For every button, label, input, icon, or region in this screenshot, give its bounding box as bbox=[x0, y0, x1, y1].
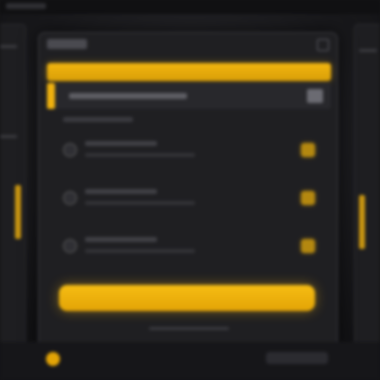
screen-stage bbox=[0, 0, 380, 380]
row-title-placeholder bbox=[85, 189, 157, 194]
circle-icon bbox=[63, 191, 77, 205]
list-item[interactable] bbox=[57, 131, 319, 169]
row-subtitle-placeholder bbox=[85, 153, 195, 157]
panel-header-placeholder bbox=[47, 39, 87, 49]
top-bar bbox=[0, 0, 380, 14]
badge-icon[interactable] bbox=[301, 191, 315, 205]
status-control[interactable] bbox=[266, 352, 328, 364]
list-item[interactable] bbox=[57, 227, 319, 265]
highlight-bar[interactable] bbox=[47, 63, 331, 81]
right-accent-bar bbox=[359, 195, 365, 249]
left-accent-bar bbox=[15, 185, 21, 239]
status-bar bbox=[0, 342, 380, 380]
right-side-panel bbox=[354, 24, 380, 366]
selected-row[interactable] bbox=[47, 83, 331, 109]
main-panel bbox=[38, 32, 338, 352]
selected-marker bbox=[47, 83, 55, 109]
selected-text-placeholder bbox=[69, 93, 187, 99]
status-dot-icon bbox=[46, 352, 60, 366]
selected-chip[interactable] bbox=[307, 89, 323, 103]
primary-action-button[interactable] bbox=[59, 285, 315, 311]
row-title-placeholder bbox=[85, 141, 157, 146]
badge-icon[interactable] bbox=[301, 239, 315, 253]
footer-text-placeholder bbox=[149, 327, 229, 330]
list-item[interactable] bbox=[57, 179, 319, 217]
circle-icon bbox=[63, 239, 77, 253]
row-subtitle-placeholder bbox=[85, 201, 195, 205]
left-side-panel bbox=[0, 24, 26, 366]
maximize-icon[interactable] bbox=[317, 39, 329, 51]
top-tab[interactable] bbox=[6, 3, 46, 9]
row-title-placeholder bbox=[85, 237, 157, 242]
side-line bbox=[359, 49, 377, 52]
row-subtitle-placeholder bbox=[85, 249, 195, 253]
section-heading-placeholder bbox=[63, 117, 133, 122]
side-line bbox=[0, 135, 17, 138]
circle-icon bbox=[63, 143, 77, 157]
side-line bbox=[0, 45, 17, 48]
badge-icon[interactable] bbox=[301, 143, 315, 157]
